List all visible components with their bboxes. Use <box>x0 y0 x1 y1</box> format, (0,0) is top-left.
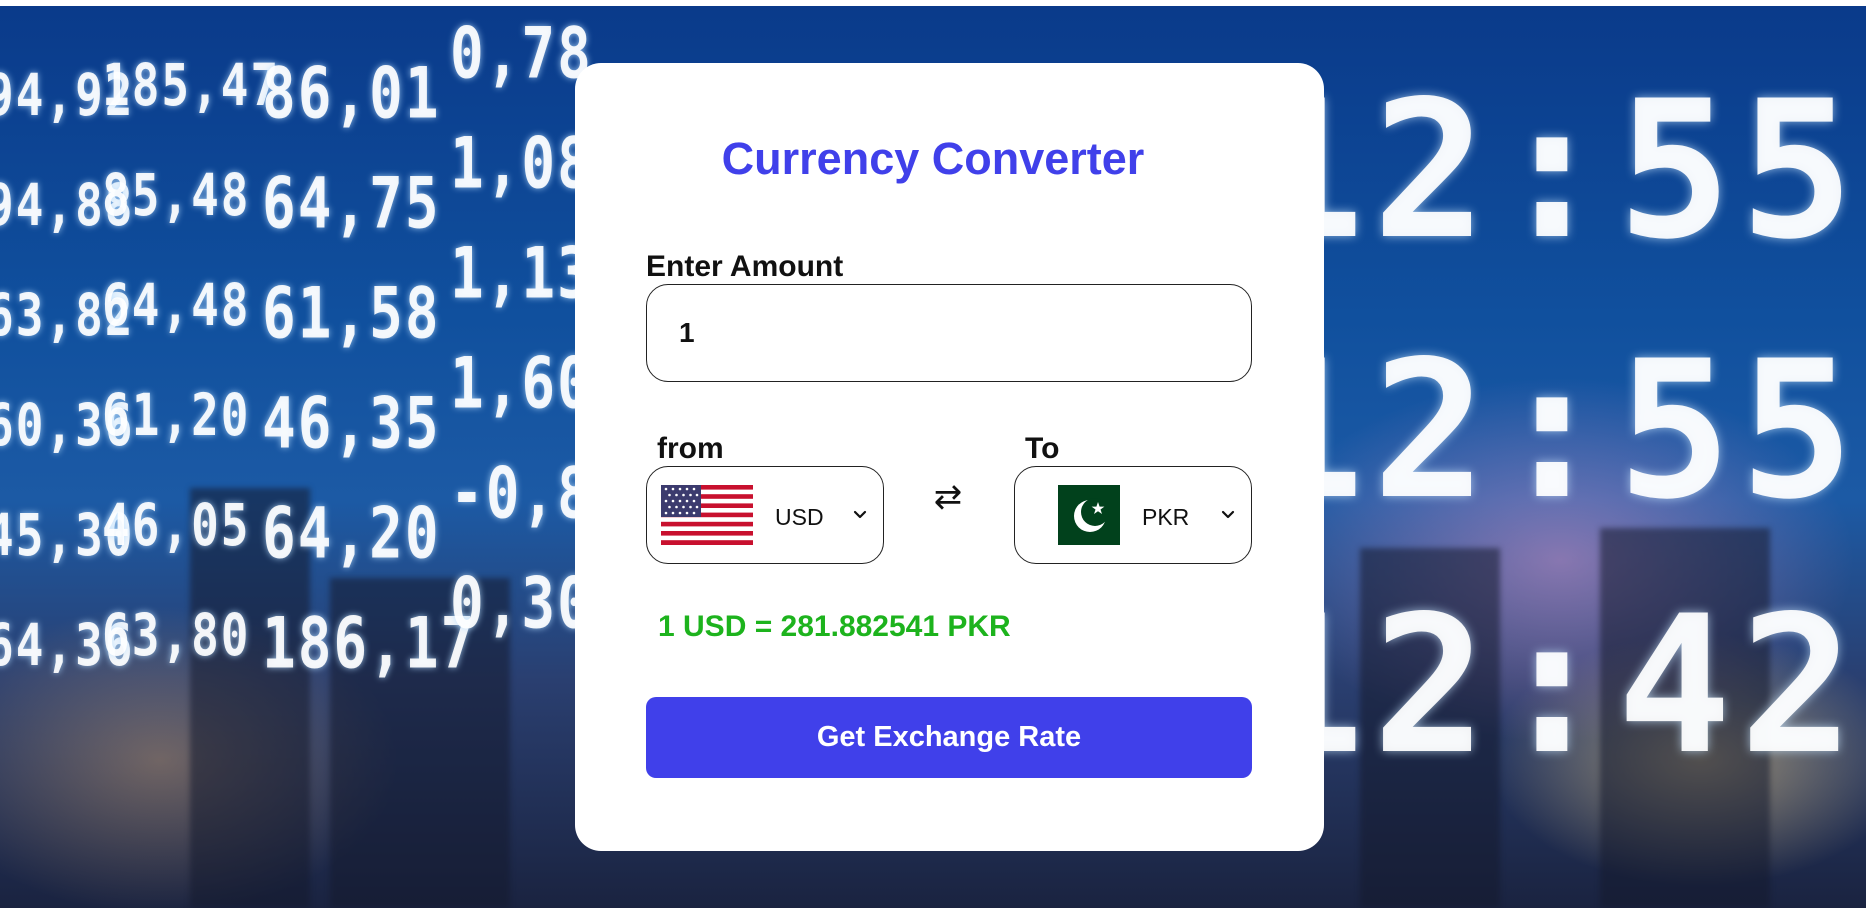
to-currency-select[interactable]: PKR <box>1014 466 1252 564</box>
from-currency-code: USD <box>775 504 824 530</box>
from-currency-select[interactable]: USD <box>646 466 884 564</box>
chevron-down-icon <box>1221 503 1235 532</box>
to-label: To <box>1025 432 1060 465</box>
top-strip <box>0 0 1866 6</box>
swap-currencies-icon[interactable]: ⇄ <box>930 473 966 521</box>
ticker-value: 61,58 <box>262 273 441 355</box>
amount-label: Enter Amount <box>646 250 844 283</box>
ticker-value: 185,47 <box>102 51 281 119</box>
get-exchange-rate-button[interactable]: Get Exchange Rate <box>646 697 1252 778</box>
ticker-value: 64,48 <box>102 271 251 339</box>
ticker-value: 46,35 <box>262 383 441 465</box>
clock-display: 12:42:0 <box>1250 575 1866 796</box>
exchange-rate-result: 1 USD = 281.882541 PKR <box>658 610 1011 643</box>
page-title: Currency Converter <box>721 133 1145 184</box>
ticker-value: 63,80 <box>102 601 251 669</box>
from-label: from <box>657 432 724 465</box>
us-flag-icon <box>661 485 753 550</box>
ticker-value: 46,05 <box>102 491 251 559</box>
ticker-value: 61,20 <box>102 381 251 449</box>
ticker-column: 185,47 85,48 64,48 61,20 46,05 63,80 <box>102 30 280 690</box>
amount-input[interactable] <box>646 284 1252 382</box>
ticker-value: 186,17 <box>262 603 477 685</box>
ticker-value: 64,20 <box>262 493 441 575</box>
to-currency-code: PKR <box>1142 504 1190 530</box>
clock-display: 12:55:1 <box>1250 320 1866 541</box>
pk-flag-icon <box>1052 485 1120 550</box>
chevron-down-icon <box>853 503 867 532</box>
